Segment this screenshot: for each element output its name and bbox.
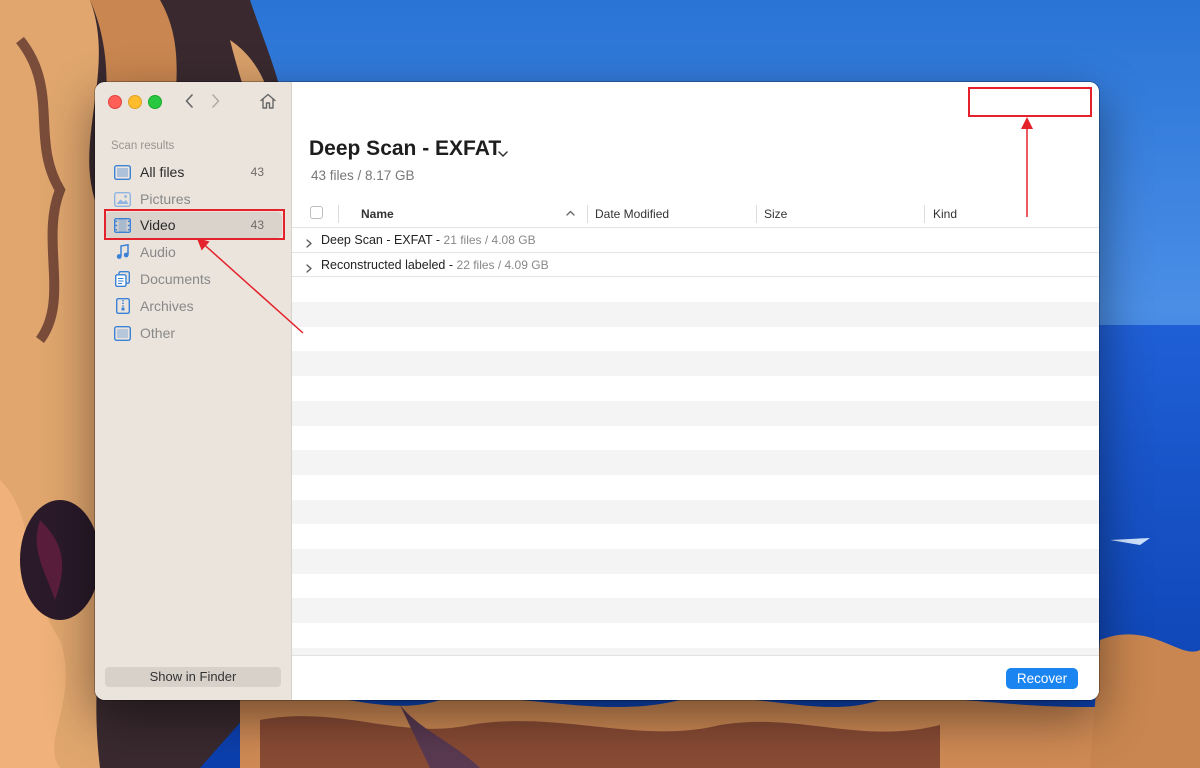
files-icon	[114, 164, 131, 181]
chevron-right-icon[interactable]	[306, 235, 312, 253]
empty-row	[292, 548, 1099, 574]
scan-summary: 43 files / 8.17 GB	[311, 168, 415, 183]
column-size[interactable]: Size	[764, 207, 787, 221]
empty-row	[292, 302, 1099, 327]
zoom-window-button[interactable]	[148, 95, 162, 109]
column-divider	[756, 205, 757, 223]
group-name: Reconstructed labeled -	[321, 257, 454, 272]
sort-ascending-icon[interactable]	[566, 210, 575, 216]
chevron-down-icon[interactable]	[498, 145, 508, 163]
empty-row	[292, 647, 1099, 655]
file-count-badge: 43	[250, 165, 264, 179]
empty-row	[292, 450, 1099, 475]
empty-row	[292, 376, 1099, 401]
sidebar-item-label: Documents	[140, 271, 211, 287]
page-title[interactable]: Deep Scan - EXFAT	[309, 137, 501, 161]
group-summary: 22 files / 4.09 GB	[456, 257, 549, 272]
scan-results-label: Scan results	[111, 140, 175, 152]
column-kind[interactable]: Kind	[933, 207, 957, 221]
sidebar-item-label: Audio	[140, 244, 176, 260]
empty-row	[292, 524, 1099, 549]
empty-row	[292, 277, 1099, 302]
show-in-finder-button[interactable]: Show in Finder	[105, 667, 281, 687]
table-row[interactable]: Reconstructed labeled - 22 files / 4.09 …	[292, 252, 1099, 278]
main-panel: Deep Scan - EXFAT 43 files / 8.17 GB Nam…	[292, 82, 1099, 700]
column-divider	[587, 205, 588, 223]
audio-icon	[114, 244, 131, 261]
pictures-icon	[114, 191, 131, 208]
file-list: Deep Scan - EXFAT - 21 files / 4.08 GB R…	[292, 228, 1099, 655]
sidebar-item-other[interactable]: Other	[105, 320, 282, 346]
home-icon[interactable]	[258, 91, 278, 111]
table-header: Name Date Modified Size Kind	[292, 201, 1099, 228]
sidebar-item-label: Archives	[140, 298, 194, 314]
sidebar: Scan results All files 43 Pictures Video…	[95, 82, 292, 700]
chevron-right-icon[interactable]	[306, 260, 312, 278]
group-name: Deep Scan - EXFAT -	[321, 233, 441, 247]
select-all-checkbox[interactable]	[310, 206, 323, 219]
sidebar-item-all-files[interactable]: All files 43	[105, 159, 282, 185]
empty-row	[292, 598, 1099, 623]
recover-button[interactable]: Recover	[1006, 668, 1078, 689]
sidebar-item-documents[interactable]: Documents	[105, 266, 282, 292]
footer-bar: Recover	[292, 655, 1099, 700]
forward-arrow-icon[interactable]	[208, 93, 222, 109]
annotation-highlight-video	[104, 209, 285, 240]
sidebar-item-label: Other	[140, 325, 176, 341]
empty-row	[292, 351, 1099, 377]
empty-row	[292, 426, 1099, 451]
close-window-button[interactable]	[108, 95, 122, 109]
other-icon	[114, 325, 131, 342]
table-row[interactable]: Deep Scan - EXFAT - 21 files / 4.08 GB	[292, 228, 1099, 253]
empty-row	[292, 475, 1099, 500]
app-window: Scan results All files 43 Pictures Video…	[95, 82, 1099, 700]
back-arrow-icon[interactable]	[182, 93, 196, 109]
sidebar-item-label: Pictures	[140, 191, 191, 207]
documents-icon	[114, 271, 131, 288]
empty-row	[292, 400, 1099, 426]
column-name[interactable]: Name	[361, 207, 394, 221]
column-divider	[924, 205, 925, 223]
column-divider	[338, 205, 339, 223]
empty-row	[292, 623, 1099, 648]
sidebar-item-audio[interactable]: Audio	[105, 239, 282, 265]
archives-icon	[114, 298, 131, 315]
empty-row	[292, 499, 1099, 525]
empty-row	[292, 327, 1099, 352]
group-summary: 21 files / 4.08 GB	[443, 233, 536, 247]
sidebar-item-label: All files	[140, 164, 185, 180]
empty-row	[292, 574, 1099, 599]
column-date-modified[interactable]: Date Modified	[595, 207, 669, 221]
sidebar-item-archives[interactable]: Archives	[105, 293, 282, 319]
minimize-window-button[interactable]	[128, 95, 142, 109]
annotation-highlight-search	[968, 87, 1092, 117]
